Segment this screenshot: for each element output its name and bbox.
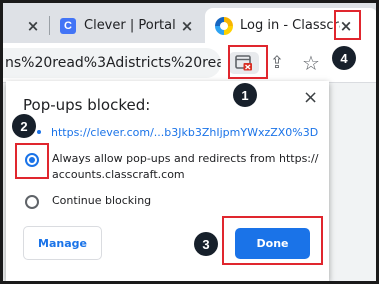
radio-continue-blocking[interactable] <box>25 195 39 209</box>
highlight-always-allow-radio <box>15 143 49 179</box>
step-badge-2: 2 <box>12 114 36 138</box>
address-bar[interactable]: ns%20read%3Adistricts%20read... <box>3 48 221 78</box>
close-icon[interactable]: × <box>303 87 318 108</box>
highlight-popup-blocked-button <box>228 45 268 79</box>
highlight-close-tab <box>334 10 361 40</box>
manage-button[interactable]: Manage <box>23 226 102 260</box>
always-allow-label-line2: accounts.classcraft.com <box>52 168 185 181</box>
close-tab-icon[interactable]: × <box>25 17 41 35</box>
close-tab-icon[interactable]: × <box>179 17 195 35</box>
browser-window: × C Clever | Portal × Log in - Classcraf… <box>0 0 379 284</box>
always-allow-label[interactable]: Always allow pop-ups and redirects from … <box>52 151 318 183</box>
tab-title: Log in - Classcraft <box>240 18 340 33</box>
bullet-icon <box>37 130 41 134</box>
highlight-done-button <box>222 216 323 265</box>
star-icon[interactable]: ☆ <box>300 51 322 75</box>
step-badge-4: 4 <box>332 46 356 70</box>
continue-blocking-label[interactable]: Continue blocking <box>52 193 151 209</box>
tab-previous[interactable]: × <box>3 8 49 43</box>
browser-toolbar: ns%20read%3Adistricts%20read... ⇪ ☆ <box>3 43 376 83</box>
share-icon[interactable]: ⇪ <box>266 52 288 74</box>
classcraft-logo-icon <box>215 16 233 35</box>
step-badge-1: 1 <box>233 83 257 107</box>
clever-logo-icon: C <box>60 17 76 34</box>
always-allow-label-line1: Always allow pop-ups and redirects from … <box>52 152 319 165</box>
tab-title: Clever | Portal <box>84 18 176 33</box>
step-badge-3: 3 <box>194 232 218 256</box>
tab-clever-portal[interactable]: C Clever | Portal × <box>50 8 202 43</box>
tab-strip: × C Clever | Portal × Log in - Classcraf… <box>3 3 376 43</box>
blocked-popup-link[interactable]: https://clever.com/...b3Jkb3ZhIjpmYWxzZX… <box>51 126 318 139</box>
dialog-title: Pop-ups blocked: <box>23 96 151 114</box>
